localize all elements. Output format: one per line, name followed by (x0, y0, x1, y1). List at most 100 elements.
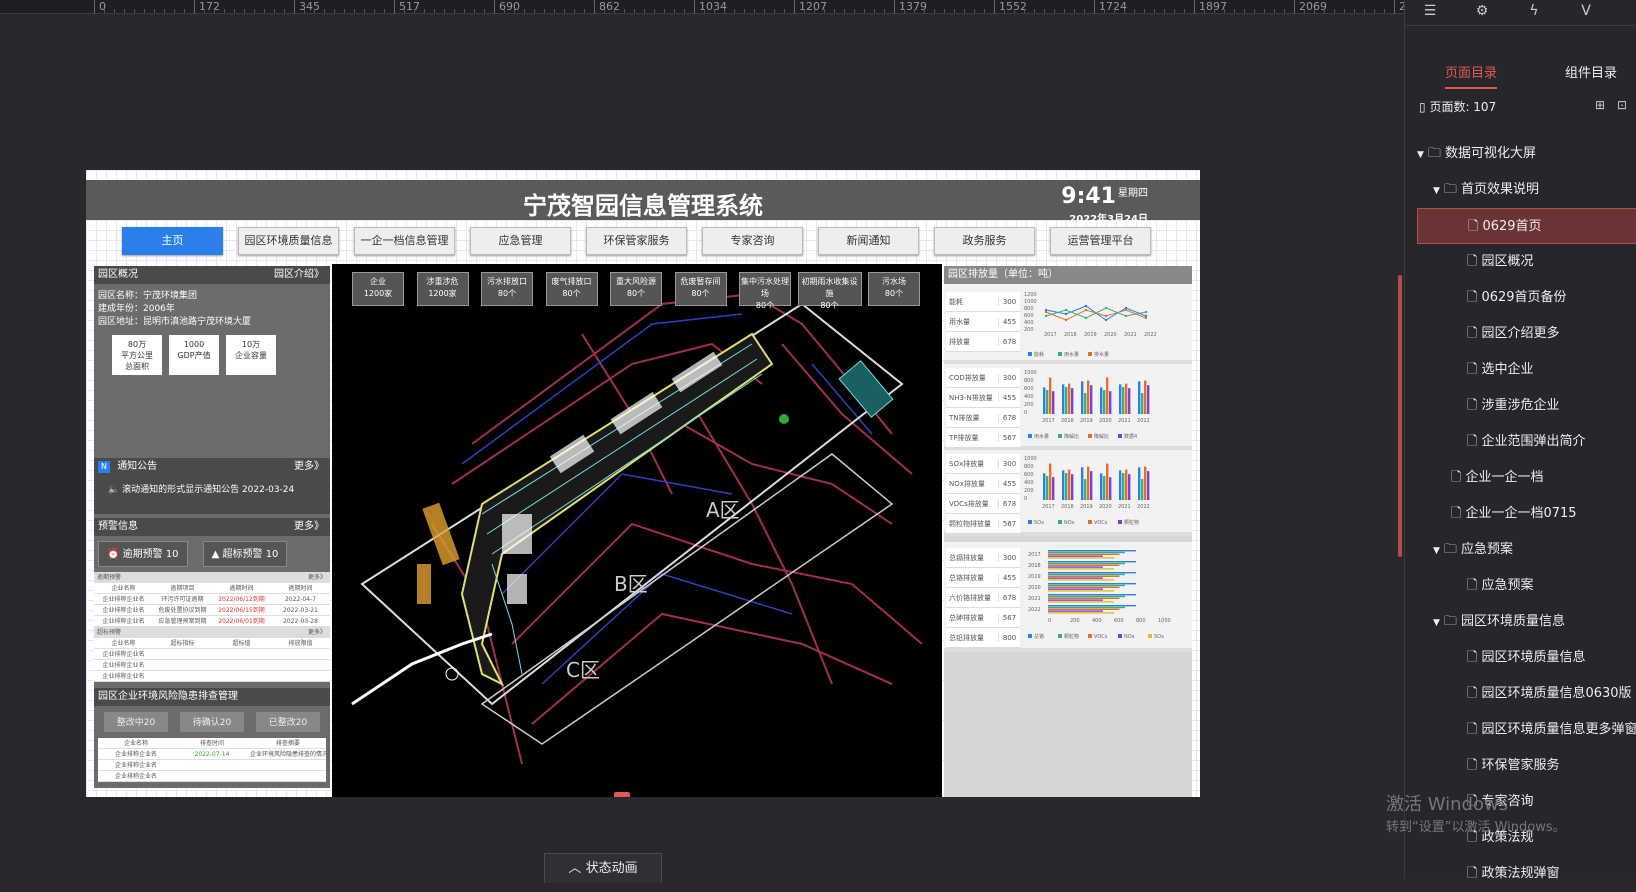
tree-page[interactable]: 🗋 选中企业 (1417, 352, 1636, 388)
overdue-warning-button[interactable]: ⏰ 逾期预警 10 (98, 541, 188, 567)
ruler-minor-tick (514, 9, 515, 13)
table-cell: 企业排称企业名 (102, 596, 145, 603)
table-cell (153, 671, 212, 681)
tree-label: 企业一企一档 (1465, 470, 1544, 485)
ruler-minor-tick (904, 9, 905, 13)
tree-page[interactable]: 🗋 企业一企一档 (1417, 460, 1636, 496)
exceed-table-more[interactable]: 更多》 (212, 627, 331, 637)
table-row[interactable]: 企业排称企业名 (98, 760, 326, 771)
table-header-row: 企业名称 排查时间 排查摘要 (98, 738, 326, 749)
park-map[interactable]: A区 B区 C区 企业 1200家 涉重涉危 1200家 污水排放口 80个 废气排放口 80… (332, 264, 942, 797)
risk-status-button[interactable]: 已整改20 (255, 712, 321, 732)
table-cell: 企业排称企业名 (114, 762, 157, 769)
nav-button[interactable]: 政务服务 (934, 227, 1035, 255)
tree-page[interactable]: 🗋 园区概况 (1417, 244, 1636, 280)
tree-page[interactable]: 🗋 园区环境质量信息更多弹窗 (1417, 712, 1636, 748)
table-row[interactable]: 企业排称企业名 (98, 771, 326, 782)
tree-page[interactable]: 🗋 企业一企一档0715 (1417, 496, 1636, 532)
tree-folder[interactable]: ▼ 🗀 首页效果说明 (1417, 172, 1636, 208)
nav-button[interactable]: 一企一档信息管理 (354, 227, 455, 255)
ruler-minor-tick (1034, 9, 1035, 13)
caret-down-icon[interactable]: ▼ (1417, 150, 1424, 160)
stat-chip[interactable]: 初期雨水收集设施 80个 (797, 272, 862, 310)
table-row[interactable]: 企业排称企业名 (94, 649, 330, 660)
notice-text[interactable]: 滚动通知的形式显示通知公告 2022-03-24 (122, 485, 294, 495)
tree-page[interactable]: 🗋 企业范围弹出简介 (1417, 424, 1636, 460)
stat-chip[interactable]: 涉重涉危 1200家 (416, 272, 469, 306)
stat-chip[interactable]: 危废暂存间 80个 (674, 272, 727, 306)
y-tick-label: 2022 (1028, 607, 1041, 613)
add-page-icon[interactable]: ⊡ (1617, 98, 1627, 112)
air-bar-chart: 1000 800 600 400 200 0 2017 2018 2019 2020 2021 202… (1024, 456, 1150, 526)
risk-status-button[interactable]: 整改中20 (103, 712, 169, 732)
tree-folder[interactable]: ▼ 🗀 应急预案 (1417, 532, 1636, 568)
variable-icon[interactable]: V (1575, 3, 1597, 23)
exceed-warning-button[interactable]: ▲ 超标预警 10 (202, 541, 288, 567)
bar (1087, 466, 1090, 500)
table-row[interactable]: 企业排称企业名 应急管理预案到期 2022/06/01到期 2022-03-28 (94, 616, 330, 627)
bar (1103, 390, 1106, 414)
bar (1043, 387, 1046, 414)
risk-header: 园区企业环境风险隐患排查管理 (94, 688, 330, 706)
add-folder-icon[interactable]: ⊞ (1595, 98, 1605, 112)
nav-button[interactable]: 主页 (122, 227, 223, 255)
bar (1100, 473, 1103, 500)
nav-button[interactable]: 新闻通知 (818, 227, 919, 255)
page-icon: 🗋 (1467, 686, 1478, 701)
stat-chip[interactable]: 企业 1200家 (352, 272, 404, 306)
caret-down-icon[interactable]: ▼ (1433, 186, 1440, 196)
table-row[interactable]: 企业排称企业名 (94, 660, 330, 671)
warning-more-link[interactable]: 更多》 (294, 518, 324, 536)
tree-folder[interactable]: ▼ 🗀 园区环境质量信息 (1417, 604, 1636, 640)
tree-page[interactable]: 🗋 应急预案 (1417, 568, 1636, 604)
tab-component-directory[interactable]: 组件目录 (1565, 62, 1617, 81)
tree-page[interactable]: 🗋 环保管家服务 (1417, 748, 1636, 784)
x-tick-label: 2022 (1144, 332, 1157, 338)
emission-kv-label: TN排放量 (949, 413, 980, 422)
notice-more-link[interactable]: 更多》 (294, 458, 324, 476)
nav-button[interactable]: 环保管家服务 (586, 227, 687, 255)
overdue-table-more[interactable]: 更多》 (212, 572, 331, 582)
stat-chip[interactable]: 污水场 80个 (868, 272, 920, 306)
table-row[interactable]: 企业排称企业名 危废处置协议到期 2022/06/15到期 2022-03-21 (94, 605, 330, 616)
stat-chip[interactable]: 污水排放口 80个 (481, 272, 533, 306)
table-cell: 企业排称企业名 (102, 651, 145, 658)
tree-page[interactable]: 🗋 园区环境质量信息0630版 (1417, 676, 1636, 712)
tree-page[interactable]: 🗋 涉重涉危企业 (1417, 388, 1636, 424)
nav-button[interactable]: 运营管理平台 (1050, 227, 1151, 255)
y-tick-label: 400 (1024, 480, 1034, 486)
tree-page[interactable]: 🗋 园区介绍更多 (1417, 316, 1636, 352)
list-icon[interactable]: ☰ (1419, 3, 1441, 23)
tab-page-directory[interactable]: 页面目录 (1445, 62, 1498, 89)
table-cell (271, 671, 330, 681)
tree-page[interactable]: 🗋 0629首页备份 (1417, 280, 1636, 316)
ruler-minor-tick (1024, 9, 1025, 13)
stat-chip[interactable]: 废气排放口 80个 (545, 272, 598, 306)
table-row[interactable]: 企业排称企业名 环污许可证逾期 2022/06/12到期 2022-04-7 (94, 594, 330, 605)
gear-icon[interactable]: ⚙ (1471, 3, 1493, 23)
caret-down-icon[interactable]: ▼ (1433, 546, 1440, 556)
lightning-icon[interactable]: ϟ (1523, 3, 1545, 23)
heavy-metal-block: 总镉排放量 300 总铬排放量 455 六价铬排放量 678 总砷排放量 567 总铅排放量 80… (944, 542, 1192, 652)
design-canvas[interactable]: 宁茂智园信息管理系统 9:41 星期四 2022年3月24日 主页 园区环境质量信息… (86, 170, 1200, 797)
y-tick-label: 800 (1024, 464, 1034, 470)
table-row[interactable]: 企业排称企业名 2022-07-14 企业环境风险隐患排查的情况说明 (98, 749, 326, 760)
x-tick-label: 2020 (1104, 332, 1117, 338)
park-intro-link[interactable]: 园区介绍》 (274, 266, 324, 284)
tree-page[interactable]: 🗋 政策法规弹窗 (1417, 856, 1636, 892)
sidebar-scrollbar[interactable] (1398, 275, 1402, 557)
page-handle[interactable] (614, 792, 630, 797)
table-row[interactable]: 企业排称企业名 (94, 671, 330, 682)
stat-chip[interactable]: 重大风险源 80个 (610, 272, 662, 306)
legend-label: 降解比 (1064, 433, 1079, 440)
tree-folder[interactable]: ▼ 🗀 数据可视化大屏 (1417, 136, 1636, 172)
nav-button[interactable]: 应急管理 (470, 227, 571, 255)
nav-button[interactable]: 园区环境质量信息 (238, 227, 339, 255)
risk-status-button[interactable]: 待确认20 (179, 712, 245, 732)
tree-page[interactable]: 🗋 0629首页 (1417, 208, 1636, 244)
page-icon: 🗋 (1468, 219, 1479, 234)
nav-button[interactable]: 专家咨询 (702, 227, 803, 255)
tree-page[interactable]: 🗋 园区环境质量信息 (1417, 640, 1636, 676)
stat-chip[interactable]: 集中污水处理场 80个 (739, 272, 791, 310)
caret-down-icon[interactable]: ▼ (1433, 618, 1440, 628)
